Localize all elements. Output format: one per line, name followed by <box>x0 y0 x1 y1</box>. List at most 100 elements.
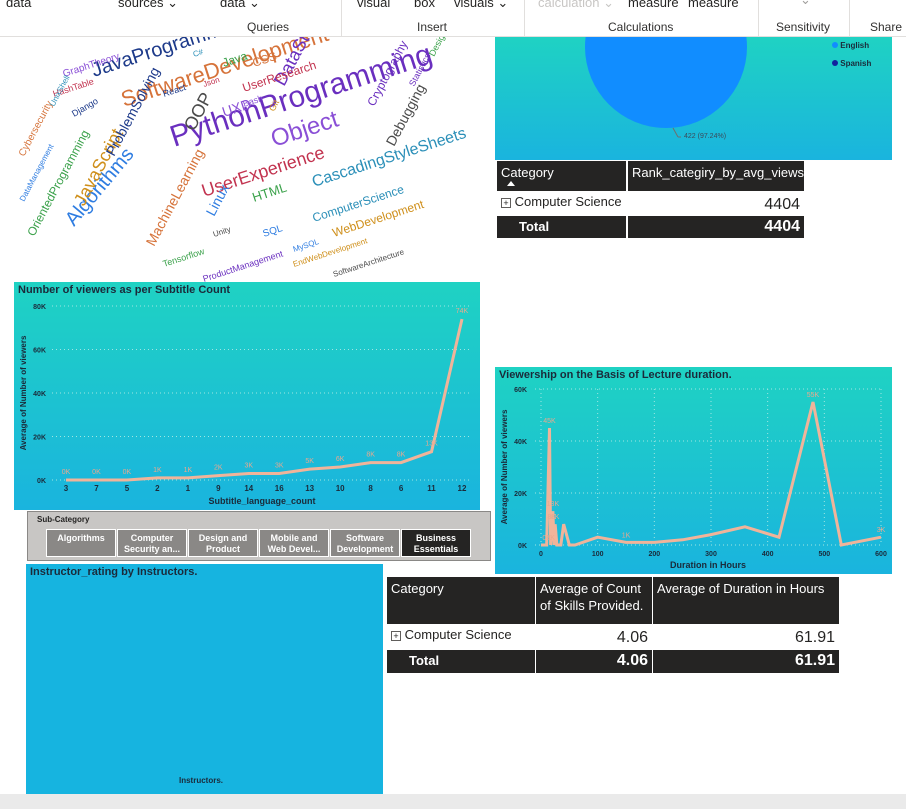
pie-chart-visual[interactable]: 422 (97.24%) English Spanish <box>495 37 892 160</box>
x-axis-title: Subtitle_language_count <box>208 496 315 506</box>
legend-item-spanish[interactable]: Spanish <box>832 59 871 68</box>
ribbon-new-measure-button[interactable]: measure <box>628 0 679 10</box>
group-calculations: Calculations <box>608 20 674 34</box>
sort-ascending-icon <box>507 181 515 186</box>
instructor-rating-visual[interactable]: Instructor_rating by Instructors. Instru… <box>26 564 383 794</box>
group-sensitivity: Sensitivity <box>776 20 831 34</box>
y-tick-label: 0K <box>518 543 527 550</box>
ribbon-visual-button[interactable]: visual <box>357 0 390 10</box>
ribbon-textbox-button[interactable]: box <box>414 0 435 10</box>
table-cell-value: 4404 <box>764 196 800 213</box>
x-tick-label: 200 <box>648 551 660 558</box>
skills-duration-table[interactable]: Category Average of Count of Skills Prov… <box>387 577 840 697</box>
expand-icon[interactable]: + <box>391 631 401 641</box>
pie-slice-english <box>585 37 747 128</box>
x-tick-label: 600 <box>875 551 887 558</box>
line-chart-2: 0K20K40K60K0 100 200 300 400 500 60045K13K8K8K… <box>500 387 887 570</box>
data-label: 3K <box>244 462 253 469</box>
x-tick-label: 9 <box>216 484 221 493</box>
legend-item-english[interactable]: English <box>832 41 869 50</box>
pie-chart <box>585 37 747 138</box>
expand-icon[interactable]: + <box>501 198 511 208</box>
ribbon-more-visuals-button[interactable]: visuals ⌄ <box>454 0 508 11</box>
data-label: 3K <box>275 462 284 469</box>
subcategory-slicer: Sub-Category Algorithms Computer Security… <box>27 511 491 561</box>
word-cloud-word: Design <box>427 37 449 58</box>
chart-title: Instructor_rating by Instructors. <box>30 566 198 578</box>
word-cloud-word: MySQL <box>292 237 321 254</box>
y-tick-label: 60K <box>514 387 527 394</box>
table-cell-value: 61.91 <box>794 629 835 646</box>
group-queries: Queries <box>247 20 290 34</box>
column-header-duration[interactable]: Average of Duration in Hours <box>653 577 839 624</box>
data-label: 8K <box>366 452 375 459</box>
data-label: 1K <box>184 467 193 474</box>
column-header-category[interactable]: Category <box>387 577 535 624</box>
chart-title: Number of viewers as per Subtitle Count <box>18 284 231 296</box>
word-cloud-word: Django <box>70 96 100 119</box>
ribbon-divider <box>849 0 850 37</box>
x-tick-label: 0 <box>539 551 543 558</box>
y-tick-label: 60K <box>33 348 46 355</box>
word-cloud[interactable]: PythonProgramming Algorithms OrientedProgr… <box>14 37 480 282</box>
word-cloud-graphic: PythonProgrammingAlgorithmsOrientedProgr… <box>17 37 468 282</box>
lecture-duration-line-chart[interactable]: Viewership on the Basis of Lecture durat… <box>495 367 892 574</box>
word-cloud-word: Unity <box>212 225 232 239</box>
ribbon-divider <box>341 0 342 37</box>
data-label: 6K <box>336 456 345 463</box>
total-label: Total <box>387 650 535 673</box>
x-axis-title: Duration in Hours <box>670 560 746 570</box>
data-label: 0K <box>62 469 71 476</box>
x-tick-label: 11 <box>427 484 436 493</box>
slicer-item[interactable]: Computer Security an... <box>117 529 187 557</box>
column-header-rank[interactable]: Rank_categiry_by_avg_views <box>628 161 804 191</box>
table-row[interactable]: + Computer Science <box>497 192 626 214</box>
data-label: 5K <box>305 458 314 465</box>
ribbon-quick-measure-button[interactable]: measure <box>688 0 739 10</box>
chevron-down-icon: ⌄ <box>248 0 260 10</box>
slicer-title: Sub-Category <box>37 515 90 524</box>
slicer-item[interactable]: Business Essentials <box>401 529 471 557</box>
ribbon-divider <box>758 0 759 37</box>
slicer-item[interactable]: Mobile and Web Devel... <box>259 529 329 557</box>
y-tick-label: 0K <box>37 478 46 485</box>
ribbon-data-dropdown[interactable]: data ⌄ <box>220 0 260 11</box>
rank-table[interactable]: Category Rank_categiry_by_avg_views + Co… <box>497 161 892 366</box>
x-tick-label: 7 <box>94 484 99 493</box>
data-label: 1K <box>153 467 162 474</box>
pie-label-leader <box>672 127 679 138</box>
total-value: 4404 <box>628 216 804 238</box>
word-cloud-word: C# <box>192 47 205 59</box>
data-label: 45K <box>543 418 556 425</box>
chart-title: Viewership on the Basis of Lecture durat… <box>499 369 732 381</box>
y-tick-label: 80K <box>33 304 46 311</box>
slicer-item[interactable]: Design and Product <box>188 529 258 557</box>
data-label: 2K <box>214 465 223 472</box>
x-axis-title: Instructors. <box>179 776 224 785</box>
slicer-item[interactable]: Software Development <box>330 529 400 557</box>
x-tick-label: 12 <box>458 484 467 493</box>
ribbon-calculation-button: calculation ⌄ <box>538 0 614 11</box>
share-button[interactable]: Share <box>870 20 902 34</box>
x-tick-label: 100 <box>592 551 604 558</box>
x-tick-label: 400 <box>762 551 774 558</box>
x-tick-label: 16 <box>275 484 284 493</box>
chevron-down-icon[interactable]: ⌄ <box>800 0 811 8</box>
ribbon-divider <box>524 0 525 37</box>
word-cloud-word: ProductManagement <box>202 248 285 282</box>
x-tick-label: 300 <box>705 551 717 558</box>
x-tick-label: 14 <box>244 484 253 493</box>
subtitle-count-line-chart[interactable]: Number of viewers as per Subtitle Count … <box>14 282 480 510</box>
table-cell-value: 4.06 <box>616 629 648 646</box>
word-cloud-word: ProblemSolving <box>103 64 163 158</box>
x-tick-label: 6 <box>399 484 404 493</box>
data-label: 55K <box>807 392 820 399</box>
legend-dot-icon <box>832 60 838 66</box>
ribbon-data-button[interactable]: data <box>6 0 31 10</box>
table-row[interactable]: + Computer Science <box>387 625 535 649</box>
ribbon-sources-button[interactable]: sources ⌄ <box>118 0 178 11</box>
column-header-category[interactable]: Category <box>497 161 626 191</box>
column-header-skills[interactable]: Average of Count of Skills Provided. <box>536 577 652 624</box>
slicer-item[interactable]: Algorithms <box>46 529 116 557</box>
y-tick-label: 20K <box>514 491 527 498</box>
